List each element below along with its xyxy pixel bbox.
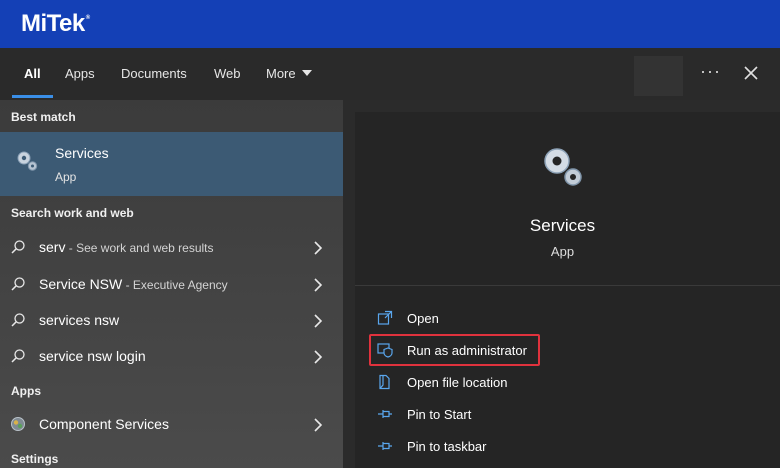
open-action[interactable]: Open xyxy=(369,303,769,333)
gears-icon xyxy=(17,151,38,171)
open-file-location-label: Open file location xyxy=(407,375,508,390)
tab-web[interactable]: Web xyxy=(214,66,241,81)
app-result-label: Component Services xyxy=(39,416,169,432)
pin-to-start-action[interactable]: Pin to Start xyxy=(369,399,769,429)
search-icon xyxy=(11,349,25,363)
chevron-right-icon[interactable] xyxy=(313,350,323,364)
pin-to-taskbar-label: Pin to taskbar xyxy=(407,439,487,454)
tab-all[interactable]: All xyxy=(24,66,41,81)
active-tab-indicator xyxy=(12,95,53,98)
search-result-text: service nsw login xyxy=(39,348,146,364)
search-icon xyxy=(11,313,25,327)
search-result-sub: - See work and web results xyxy=(65,241,214,255)
chevron-right-icon[interactable] xyxy=(313,418,323,432)
app-result-row[interactable]: Component Services xyxy=(0,406,343,442)
best-match-item[interactable]: Services App xyxy=(0,132,343,196)
search-icon xyxy=(11,240,25,254)
run-as-administrator-label: Run as administrator xyxy=(407,343,527,358)
component-services-icon xyxy=(11,417,25,431)
tab-documents[interactable]: Documents xyxy=(121,66,187,81)
open-file-location-action[interactable]: Open file location xyxy=(369,367,769,397)
tab-apps[interactable]: Apps xyxy=(65,66,95,81)
search-result-text: Service NSW - Executive Agency xyxy=(39,276,228,292)
results-pane: Best match Services App Search work and … xyxy=(0,100,343,468)
search-result-row[interactable]: services nsw xyxy=(0,302,343,338)
tab-more[interactable]: More xyxy=(266,66,312,81)
pin-icon xyxy=(378,410,392,418)
settings-heading: Settings xyxy=(11,452,59,466)
details-title: Services xyxy=(529,216,596,235)
search-result-main: service nsw login xyxy=(39,348,146,364)
best-match-subtitle: App xyxy=(55,170,77,184)
apps-heading: Apps xyxy=(11,384,41,398)
close-icon[interactable] xyxy=(741,63,761,83)
pin-to-start-label: Pin to Start xyxy=(407,407,472,422)
search-result-row[interactable]: serv - See work and web results xyxy=(0,229,343,265)
pin-to-taskbar-action[interactable]: Pin to taskbar xyxy=(369,431,769,461)
search-result-text: serv - See work and web results xyxy=(39,239,214,255)
shield-icon xyxy=(377,343,393,358)
chevron-right-icon[interactable] xyxy=(313,314,323,328)
chevron-right-icon[interactable] xyxy=(313,241,323,255)
avatar[interactable] xyxy=(634,56,683,96)
search-icon xyxy=(11,277,25,291)
chevron-right-icon[interactable] xyxy=(313,278,323,292)
search-result-main: serv xyxy=(39,239,66,255)
search-tabs: All Apps Documents Web More ··· xyxy=(0,48,780,100)
run-as-administrator-action[interactable]: Run as administrator xyxy=(369,335,769,365)
open-icon xyxy=(377,310,393,325)
best-match-title: Services xyxy=(55,145,109,161)
search-result-main: Service NSW xyxy=(39,276,123,292)
brand-logo: MiTek® xyxy=(21,10,90,37)
details-subtitle: App xyxy=(550,244,575,259)
search-work-web-heading: Search work and web xyxy=(11,206,134,220)
details-pane: Services App Open Run as administrator O… xyxy=(355,112,780,468)
brand-bar: MiTek® xyxy=(0,0,780,48)
search-result-sub: - Executive Agency xyxy=(122,278,228,292)
search-result-text: services nsw xyxy=(39,312,119,328)
chevron-down-icon xyxy=(301,70,312,76)
search-result-main: services nsw xyxy=(39,312,120,328)
more-options-icon[interactable]: ··· xyxy=(700,61,721,82)
search-result-row[interactable]: service nsw login xyxy=(0,338,343,374)
divider xyxy=(355,285,780,286)
pin-icon xyxy=(378,442,392,450)
best-match-heading: Best match xyxy=(11,110,76,124)
gears-icon xyxy=(544,148,582,186)
tab-more-label: More xyxy=(266,66,296,81)
search-result-row[interactable]: Service NSW - Executive Agency xyxy=(0,266,343,302)
open-label: Open xyxy=(407,311,439,326)
file-location-icon xyxy=(379,374,390,390)
